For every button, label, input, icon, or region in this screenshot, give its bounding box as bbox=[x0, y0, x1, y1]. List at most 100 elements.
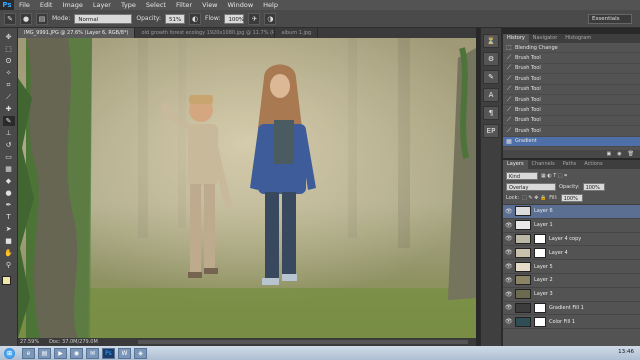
filter-icons[interactable]: ▦ ◐ T ⬚ ⌗ bbox=[541, 173, 567, 179]
history-item[interactable]: ⟋ Brush Tool bbox=[503, 126, 640, 137]
layer-row[interactable]: 👁 Layer 2 bbox=[503, 274, 640, 288]
menu-filter[interactable]: Filter bbox=[171, 0, 197, 10]
brush-panel-icon[interactable]: ✎ bbox=[483, 70, 499, 84]
layer-row[interactable]: 👁 Layer 4 bbox=[503, 246, 640, 261]
tab-history[interactable]: History bbox=[503, 34, 529, 43]
layer-mask-thumbnail[interactable] bbox=[534, 302, 546, 313]
history-panel-icon[interactable]: ⏳ bbox=[483, 34, 499, 48]
layer-row[interactable]: 👁 Gradient Fill 1 bbox=[503, 302, 640, 316]
history-item[interactable]: ⟋ Brush Tool bbox=[503, 85, 640, 95]
menu-help[interactable]: Help bbox=[258, 0, 283, 10]
tab-actions[interactable]: Actions bbox=[580, 160, 606, 169]
brush-tool-icon[interactable]: ✎ bbox=[2, 116, 15, 126]
zoom-level[interactable]: 27.59% bbox=[20, 339, 39, 345]
layer-row[interactable]: 👁 Color Fill 1 bbox=[503, 315, 640, 330]
menu-select[interactable]: Select bbox=[141, 0, 171, 10]
visibility-eye-icon[interactable]: 👁 bbox=[505, 249, 513, 256]
pressure-size-icon[interactable]: ◑ bbox=[264, 12, 277, 25]
snapshot-icon[interactable]: ◉ bbox=[617, 150, 621, 158]
gradient-tool-icon[interactable]: ▦ bbox=[3, 164, 15, 174]
taskbar-app-icon[interactable]: ▤ bbox=[38, 347, 51, 359]
document-tab[interactable]: album 1.jpg bbox=[275, 28, 319, 38]
menu-view[interactable]: View bbox=[197, 0, 222, 10]
taskbar-app-icon[interactable]: ▶ bbox=[54, 347, 67, 359]
layer-filter-kind[interactable]: Kind bbox=[506, 171, 538, 180]
tab-paths[interactable]: Paths bbox=[559, 160, 581, 169]
menu-edit[interactable]: Edit bbox=[35, 0, 58, 10]
menu-image[interactable]: Image bbox=[57, 0, 87, 10]
crop-tool-icon[interactable]: ⌗ bbox=[3, 80, 15, 90]
eraser-tool-icon[interactable]: ▭ bbox=[3, 152, 15, 162]
pressure-opacity-icon[interactable]: ◐ bbox=[189, 12, 202, 25]
visibility-eye-icon[interactable]: 👁 bbox=[505, 222, 513, 229]
tab-navigator[interactable]: Navigator bbox=[529, 34, 561, 43]
history-item[interactable]: ⬚ Blending Change bbox=[503, 43, 640, 54]
new-document-icon[interactable]: ▣ bbox=[607, 150, 612, 158]
opacity-field[interactable]: 51% bbox=[165, 13, 186, 24]
layer-mask-thumbnail[interactable] bbox=[534, 247, 546, 258]
brush-preset-icon[interactable]: ● bbox=[20, 12, 32, 25]
menu-window[interactable]: Window bbox=[223, 0, 259, 10]
healing-tool-icon[interactable]: ✚ bbox=[3, 104, 15, 114]
document-tab-active[interactable]: IMG_9991.JPG @ 27.6% (Layer 6, RGB/8*) bbox=[18, 28, 136, 38]
history-item[interactable]: ⟋ Brush Tool bbox=[503, 116, 640, 127]
taskbar-app-icon[interactable]: ✉ bbox=[86, 347, 99, 359]
layer-mask-thumbnail[interactable] bbox=[534, 233, 546, 244]
path-select-tool-icon[interactable]: ➤ bbox=[3, 224, 15, 234]
history-item-selected[interactable]: ▦ Gradient bbox=[503, 136, 640, 147]
visibility-eye-icon[interactable]: 👁 bbox=[505, 291, 513, 298]
blur-tool-icon[interactable]: ◆ bbox=[3, 176, 15, 186]
layer-row[interactable]: 👁 Layer 4 copy bbox=[503, 233, 640, 247]
visibility-eye-icon[interactable]: 👁 bbox=[505, 263, 513, 270]
eyedropper-tool-icon[interactable]: ⟋ bbox=[3, 92, 15, 102]
horizontal-scrollbar[interactable] bbox=[138, 340, 468, 344]
zoom-tool-icon[interactable]: ⚲ bbox=[3, 260, 15, 270]
tab-layers[interactable]: Layers bbox=[503, 160, 528, 169]
menu-type[interactable]: Type bbox=[116, 0, 141, 10]
layer-row[interactable]: 👁 Layer 5 bbox=[503, 260, 640, 274]
history-item[interactable]: ⟋ Brush Tool bbox=[503, 53, 640, 64]
history-item[interactable]: ⟋ Brush Tool bbox=[503, 105, 640, 116]
brush-panel-icon[interactable]: ▤ bbox=[36, 12, 48, 25]
layer-fill-field[interactable]: 100% bbox=[560, 193, 583, 202]
foreground-color-swatch[interactable] bbox=[1, 276, 11, 285]
tool-preset-icon[interactable]: ✎ bbox=[4, 12, 16, 25]
history-item[interactable]: ⟋ Brush Tool bbox=[503, 64, 640, 75]
layer-row[interactable]: 👁 Layer 1 bbox=[503, 219, 640, 233]
visibility-eye-icon[interactable]: 👁 bbox=[505, 318, 513, 325]
blend-mode-select[interactable]: Overlay bbox=[506, 182, 556, 191]
menu-layer[interactable]: Layer bbox=[88, 0, 116, 10]
taskbar-app-icon[interactable]: W bbox=[118, 347, 131, 359]
stamp-tool-icon[interactable]: ⊥ bbox=[3, 128, 15, 138]
marquee-tool-icon[interactable]: ⬚ bbox=[3, 44, 15, 54]
taskbar-photoshop-icon[interactable]: Ps bbox=[102, 347, 115, 359]
history-item[interactable]: ⟋ Brush Tool bbox=[503, 95, 640, 106]
history-brush-tool-icon[interactable]: ↺ bbox=[3, 140, 15, 150]
visibility-eye-icon[interactable]: 👁 bbox=[505, 235, 513, 242]
start-button[interactable]: ⊞ bbox=[4, 347, 15, 359]
pen-tool-icon[interactable]: ✒ bbox=[3, 200, 15, 210]
menu-file[interactable]: File bbox=[14, 0, 35, 10]
layer-mask-thumbnail[interactable] bbox=[534, 316, 546, 327]
layer-row[interactable]: 👁 Layer 6 bbox=[503, 205, 640, 219]
lock-icons[interactable]: ⬚ ✎ ✥ 🔒 bbox=[522, 195, 546, 201]
visibility-eye-icon[interactable]: 👁 bbox=[505, 208, 513, 215]
layer-opacity-field[interactable]: 100% bbox=[582, 182, 605, 191]
history-item[interactable]: ⟋ Brush Tool bbox=[503, 74, 640, 85]
tab-channels[interactable]: Channels bbox=[528, 160, 559, 169]
app-logo[interactable]: Ps bbox=[0, 0, 14, 10]
hand-tool-icon[interactable]: ✋ bbox=[3, 248, 15, 258]
move-tool-icon[interactable]: ✥ bbox=[3, 32, 15, 42]
document-tab[interactable]: old growth forest ecology 1920x1080.jpg … bbox=[135, 28, 276, 38]
layer-row[interactable]: 👁 Layer 3 bbox=[503, 288, 640, 302]
taskbar-app-icon[interactable]: e bbox=[22, 347, 35, 359]
lasso-tool-icon[interactable]: ʘ bbox=[3, 56, 15, 66]
workspace-select[interactable]: Essentials bbox=[588, 14, 632, 24]
quick-select-tool-icon[interactable]: ✧ bbox=[3, 68, 15, 78]
visibility-eye-icon[interactable]: 👁 bbox=[505, 304, 513, 311]
mode-select[interactable]: Normal bbox=[74, 13, 133, 24]
dodge-tool-icon[interactable]: ● bbox=[3, 188, 15, 198]
tab-histogram[interactable]: Histogram bbox=[561, 34, 595, 43]
taskbar-app-icon[interactable]: ◉ bbox=[70, 347, 83, 359]
type-tool-icon[interactable]: T bbox=[3, 212, 15, 222]
